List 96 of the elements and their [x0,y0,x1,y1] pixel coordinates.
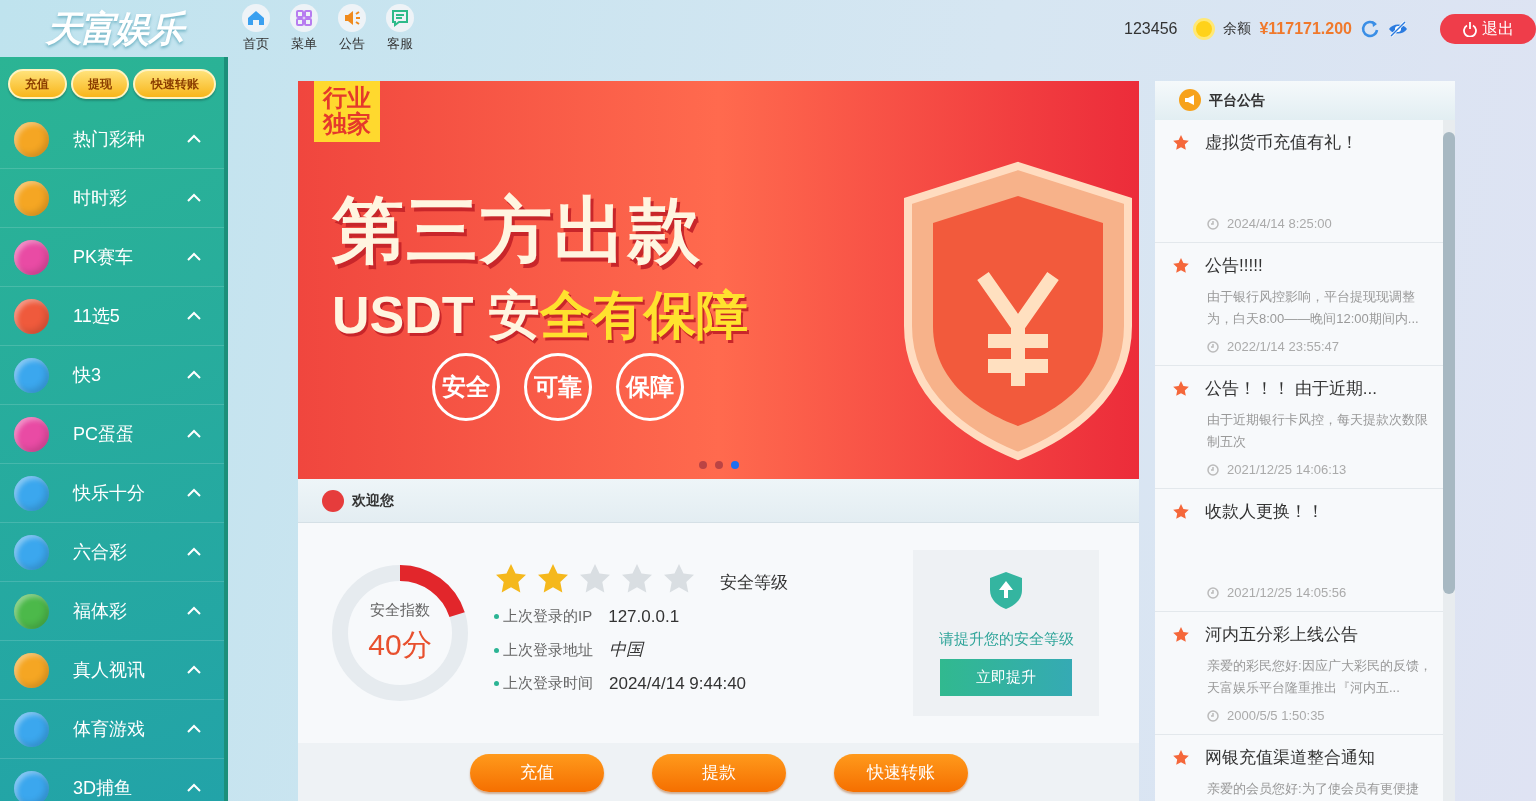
sidebar-item[interactable]: 时时彩 [0,169,224,228]
scrollbar-thumb[interactable] [1443,131,1455,594]
notice-item-title[interactable]: 公告!!!!! [1205,252,1263,279]
hidden-eye-icon[interactable] [1388,18,1408,39]
star-icon [1173,380,1189,397]
notice-time: 2022/1/14 23:55:47 [1227,338,1340,357]
notice-title: 平台公告 [1209,90,1265,110]
balance-amount: ¥117171.200 [1259,18,1352,39]
hi-icon [322,489,344,512]
sidebar-item[interactable]: 11选5 [0,287,224,346]
sidebar-item[interactable]: 快3 [0,346,224,405]
bullet-dot [494,614,499,619]
action-button[interactable]: 提款 [651,754,786,792]
logout-button[interactable]: 退出 [1440,13,1536,44]
info-label: 上次登录的IP [503,606,593,627]
chevron-up-icon [186,428,202,440]
nav-button[interactable]: 首页 [232,3,280,54]
carousel-dot[interactable] [730,461,739,469]
info-value: 127.0.0.1 [608,605,680,628]
carousel-dot[interactable] [698,461,707,469]
info-label: 上次登录时间 [503,673,593,694]
chevron-up-icon [186,487,202,499]
username: 123456 [1124,18,1178,39]
security-score: 40分 [368,626,432,663]
notice-time: 2021/12/25 14:06:13 [1227,461,1347,480]
upgrade-button[interactable]: 立即提升 [940,658,1072,696]
chevron-up-icon [186,782,202,794]
welcome-title: 欢迎您 [352,491,394,510]
chevron-up-icon [186,310,202,322]
banner-badge: 保障 [616,353,684,421]
banner-headline: 第三方出款 [332,189,702,272]
notice-excerpt: 由于近期银行卡风控，每天提款次数限制五次 [1206,411,1429,452]
bullet-dot [494,647,499,653]
star-icon [1173,257,1189,274]
banner-subheadline: USDT 安全有保障 [332,285,748,346]
notice-time: 2024/4/14 8:25:00 [1227,215,1332,234]
clock-icon [1207,464,1219,477]
balance-label: 余额 [1223,19,1252,38]
banner-badge: 可靠 [524,353,592,421]
banner-badge: 安全 [432,353,500,421]
notice-item-title[interactable]: 公告！！！ 由于近期... [1205,375,1377,402]
chevron-up-icon [186,546,202,558]
power-icon [1462,20,1478,37]
sidebar-item[interactable]: 真人视讯 [0,641,224,700]
sidebar-item[interactable]: 3D捕鱼 [0,759,224,801]
info-value: 中国 [609,639,643,662]
notice-time: 2021/12/25 14:05:56 [1227,584,1347,603]
banner-tag: 行业独家 [314,81,380,142]
notice-item-title[interactable]: 收款人更换！！ [1205,498,1324,525]
notice-item-title[interactable]: 虚拟货币充值有礼！ [1205,129,1358,156]
info-label: 上次登录地址 [503,639,593,660]
quick-action-button[interactable]: 充值 [8,68,67,99]
sidebar-item[interactable]: 热门彩种 [0,110,224,169]
action-button[interactable]: 快速转账 [833,754,968,792]
clock-icon [1207,218,1219,231]
star-icon [1173,626,1189,643]
score-label: 安全指数 [370,600,430,621]
chevron-up-icon [186,369,202,381]
info-value: 2024/4/14 9:44:40 [609,672,747,695]
notice-item-title[interactable]: 河内五分彩上线公告 [1205,621,1358,648]
upgrade-hint: 请提升您的安全等级 [938,629,1074,650]
sidebar-item[interactable]: 六合彩 [0,523,224,582]
chevron-up-icon [186,192,202,204]
sidebar-item[interactable]: 快乐十分 [0,464,224,523]
notice-time: 2000/5/5 1:50:35 [1227,707,1325,726]
chevron-up-icon [186,251,202,263]
nav-button[interactable]: 公告 [328,3,376,54]
notice-item-title[interactable]: 网银充值渠道整合通知 [1205,744,1375,771]
chevron-up-icon [186,664,202,676]
action-button[interactable]: 充值 [469,754,604,792]
nav-button[interactable]: 客服 [376,3,424,54]
notice-excerpt: 由于银行风控影响，平台提现现调整为，白天8:00——晚间12:00期间内... [1206,288,1420,329]
notice-excerpt: 亲爱的彩民您好:因应广大彩民的反馈，天富娱乐平台隆重推出『河内五... [1206,657,1433,698]
security-level-label: 安全等级 [720,572,788,594]
sidebar-item[interactable]: 福体彩 [0,582,224,641]
notice-excerpt: 亲爱的会员您好:为了使会员有更便捷 [1206,780,1420,799]
star-icon [1173,134,1189,151]
star-icon [1173,503,1189,520]
clock-icon [1207,587,1219,600]
quick-action-button[interactable]: 快速转账 [133,68,216,99]
quick-action-button[interactable]: 提现 [70,68,130,99]
sidebar-item[interactable]: PK赛车 [0,228,224,287]
chevron-up-icon [186,723,202,735]
chevron-up-icon [186,133,202,145]
sidebar-item[interactable]: PC蛋蛋 [0,405,224,464]
refresh-icon [1360,18,1380,39]
coin-icon [1193,17,1216,40]
bullet-dot [494,681,499,686]
chevron-up-icon [186,605,202,617]
carousel-dot[interactable] [714,461,723,469]
star-icon [1173,749,1189,766]
sidebar-item[interactable]: 体育游戏 [0,700,224,759]
megaphone-icon [1179,89,1201,112]
clock-icon [1207,710,1219,723]
nav-button[interactable]: 菜单 [280,3,328,54]
clock-icon [1207,341,1219,354]
